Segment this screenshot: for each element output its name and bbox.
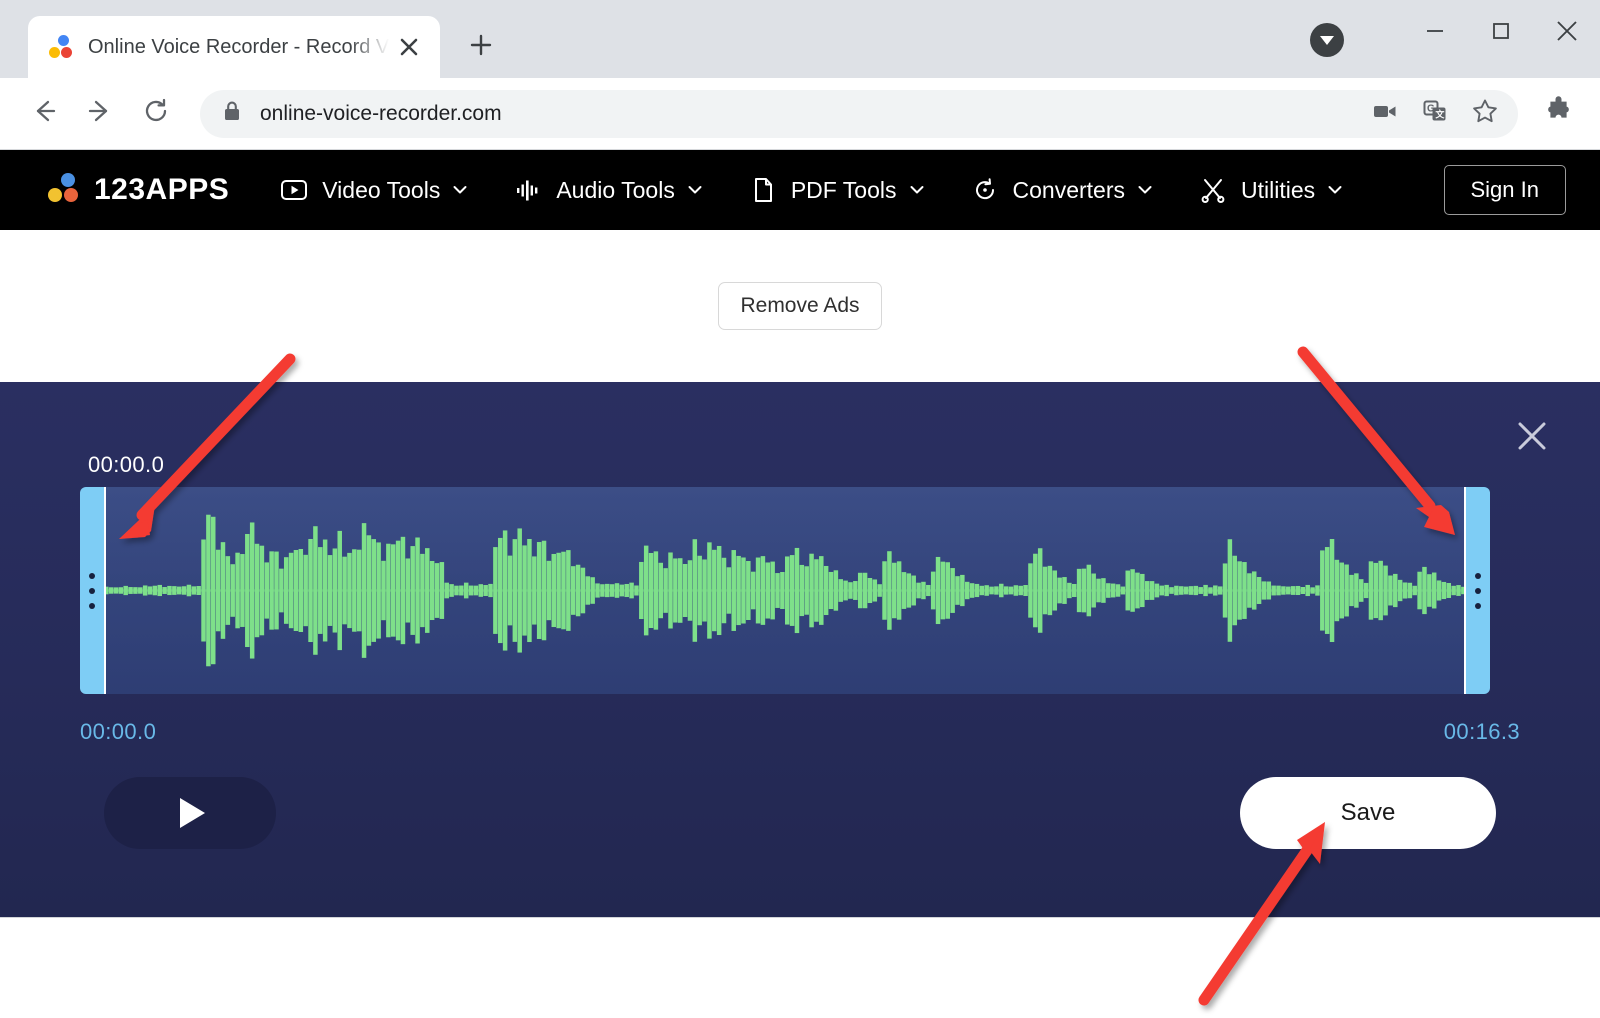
address-bar-url: online-voice-recorder.com — [260, 101, 502, 125]
ads-strip: Remove Ads — [0, 230, 1600, 382]
site-logo-text: 123APPS — [94, 173, 230, 206]
chevron-down-icon — [1136, 181, 1154, 199]
drag-handle-dots-icon — [89, 587, 95, 594]
cursor-time-label: 00:00.0 — [88, 452, 165, 477]
nav-item-audio-tools[interactable]: Audio Tools — [513, 175, 704, 205]
selection-end-label: 00:16.3 — [1443, 719, 1520, 744]
plus-icon — [469, 33, 493, 62]
nav-item-video-tools-label: Video Tools — [322, 176, 441, 203]
waveform-area[interactable] — [80, 487, 1490, 694]
scissors-icon — [1198, 175, 1228, 205]
download-indicator-button[interactable] — [1310, 23, 1344, 57]
nav-item-converters[interactable]: Converters — [970, 175, 1154, 205]
minimize-icon — [1424, 20, 1446, 47]
trim-handle-left[interactable] — [80, 487, 104, 694]
reload-button[interactable] — [130, 88, 182, 140]
nav-item-pdf-tools[interactable]: PDF Tools — [748, 175, 926, 205]
voice-recorder-panel: 00:00.0 00:00.0 00:16.3 Save — [0, 382, 1600, 918]
sign-in-button[interactable]: Sign In — [1443, 165, 1566, 215]
chevron-down-icon — [451, 181, 469, 199]
maximize-icon — [1490, 20, 1512, 47]
tab-title: Online Voice Recorder - Record V — [88, 35, 390, 58]
svg-text:文: 文 — [1434, 109, 1445, 120]
convert-refresh-icon — [970, 175, 1000, 205]
123apps-dots-icon — [48, 173, 82, 207]
nav-item-utilities-label: Utilities — [1240, 176, 1316, 203]
puzzle-piece-icon — [1544, 96, 1574, 131]
selection-start-label: 00:00.0 — [80, 719, 157, 744]
remove-ads-button[interactable]: Remove Ads — [718, 282, 882, 330]
browser-tabstrip: Online Voice Recorder - Record V — [0, 0, 1600, 78]
address-bar-actions: G 文 — [1360, 89, 1510, 139]
extensions-button[interactable] — [1530, 88, 1588, 140]
browser-chrome: Online Voice Recorder - Record V online-… — [0, 0, 1600, 150]
browser-tab[interactable]: Online Voice Recorder - Record V — [28, 16, 440, 78]
drag-handle-dots-icon — [1475, 572, 1481, 579]
google-translate-icon: G 文 — [1422, 98, 1448, 129]
tab-favicon-123apps-icon — [48, 34, 74, 60]
waveform-graphic — [104, 514, 1466, 667]
site-logo[interactable]: 123APPS — [48, 173, 229, 207]
drag-handle-dots-icon — [89, 602, 95, 609]
nav-item-pdf-tools-label: PDF Tools — [790, 176, 897, 203]
back-arrow-icon — [30, 97, 58, 130]
video-capture-button[interactable] — [1360, 89, 1410, 139]
browser-toolbar: online-voice-recorder.com G 文 — [0, 78, 1600, 150]
nav-item-video-tools[interactable]: Video Tools — [279, 175, 469, 205]
window-minimize-button[interactable] — [1402, 0, 1468, 66]
drag-handle-dots-icon — [89, 572, 95, 579]
save-button[interactable]: Save — [1240, 777, 1496, 849]
play-triangle-icon — [180, 798, 205, 828]
chevron-down-icon — [1326, 181, 1344, 199]
document-page-icon — [748, 175, 778, 205]
site-navigation-bar: 123APPS Video Tools Audio Tools PDF Tool… — [0, 150, 1600, 230]
chevron-down-icon — [908, 181, 926, 199]
video-camera-icon — [1372, 98, 1398, 129]
bookmark-star-icon — [1471, 97, 1499, 130]
reload-icon — [142, 97, 170, 130]
drag-handle-dots-icon — [1475, 602, 1481, 609]
lock-icon — [222, 100, 242, 127]
address-bar[interactable]: online-voice-recorder.com G 文 — [200, 89, 1518, 139]
window-close-icon — [1554, 18, 1580, 49]
forward-button[interactable] — [74, 88, 126, 140]
window-maximize-button[interactable] — [1468, 0, 1534, 66]
bookmark-button[interactable] — [1460, 89, 1510, 139]
nav-item-utilities[interactable]: Utilities — [1198, 175, 1344, 205]
nav-item-audio-tools-label: Audio Tools — [556, 176, 675, 203]
back-button[interactable] — [18, 88, 70, 140]
drag-handle-dots-icon — [1475, 587, 1481, 594]
translate-button[interactable]: G 文 — [1410, 89, 1460, 139]
window-controls — [1402, 0, 1600, 66]
trim-handle-right[interactable] — [1466, 487, 1490, 694]
new-tab-button[interactable] — [458, 24, 504, 70]
download-arrow-icon — [1320, 35, 1334, 45]
tab-close-icon[interactable] — [392, 30, 426, 64]
play-box-icon — [279, 175, 309, 205]
play-button[interactable] — [104, 777, 276, 849]
nav-item-converters-label: Converters — [1012, 176, 1125, 203]
chevron-down-icon — [686, 181, 704, 199]
window-close-button[interactable] — [1534, 0, 1600, 66]
waveform-selection-region[interactable] — [104, 487, 1466, 694]
panel-close-button[interactable] — [1508, 414, 1556, 462]
close-icon — [1515, 419, 1549, 458]
audio-bars-icon — [513, 175, 543, 205]
forward-arrow-icon — [86, 97, 114, 130]
